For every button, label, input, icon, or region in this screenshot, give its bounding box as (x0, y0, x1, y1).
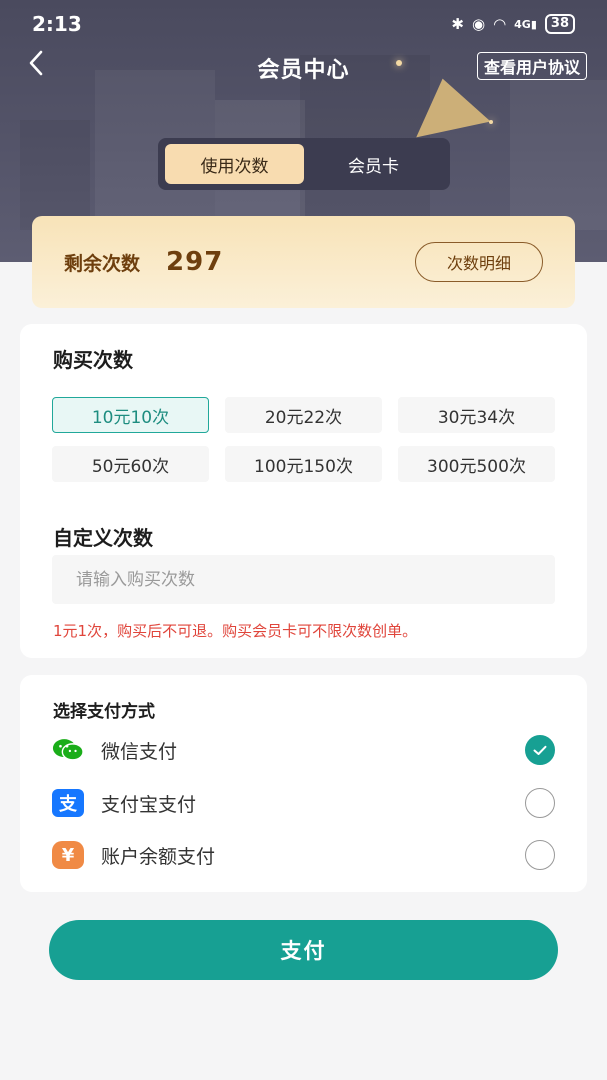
wifi-icon: ◠ (493, 15, 507, 33)
pay-button[interactable]: 支付 (49, 920, 558, 980)
purchase-heading: 购买次数 (53, 348, 133, 372)
payment-option-balance[interactable]: ¥ 账户余额支付 (20, 833, 587, 877)
battery-icon: 38 (544, 14, 575, 34)
package-option[interactable]: 50元60次 (52, 446, 209, 482)
signal-icon: 4G▮ (514, 17, 537, 31)
payment-label: 微信支付 (101, 740, 178, 763)
tab-usage-count[interactable]: 使用次数 (165, 144, 304, 184)
radio-checked[interactable] (525, 735, 555, 765)
count-detail-button[interactable]: 次数明细 (415, 242, 543, 282)
tab-member-card[interactable]: 会员卡 (304, 144, 443, 184)
remaining-label: 剩余次数 (64, 252, 141, 275)
payment-heading: 选择支付方式 (53, 702, 155, 722)
payment-label: 账户余额支付 (101, 845, 216, 868)
bluetooth-icon: ✱ (451, 15, 464, 33)
custom-count-input[interactable] (52, 555, 555, 604)
remaining-count-card: 剩余次数 297 次数明细 (32, 216, 575, 308)
purchase-card: 购买次数 10元10次 20元22次 30元34次 50元60次 100元150… (20, 324, 587, 658)
radio-unchecked[interactable] (525, 788, 555, 818)
alarm-icon: ◉ (471, 15, 486, 33)
remaining-count: 297 (166, 247, 224, 277)
package-option[interactable]: 300元500次 (398, 446, 555, 482)
package-option[interactable]: 20元22次 (225, 397, 382, 433)
package-option[interactable]: 30元34次 (398, 397, 555, 433)
wallet-icon: ¥ (52, 841, 84, 869)
alipay-icon: 支 (52, 789, 84, 817)
status-time: 2:13 (32, 12, 82, 36)
payment-option-alipay[interactable]: 支 支付宝支付 (20, 781, 587, 825)
radio-unchecked[interactable] (525, 840, 555, 870)
nav-bar: 会员中心 查看用户协议 (0, 44, 607, 90)
payment-option-wechat[interactable]: 微信支付 (20, 728, 587, 772)
purchase-notice: 1元1次，购买后不可退。购买会员卡可不限次数创单。 (53, 622, 418, 640)
user-agreement-button[interactable]: 查看用户协议 (476, 52, 587, 80)
package-option[interactable]: 100元150次 (225, 446, 382, 482)
mode-tabs: 使用次数 会员卡 (158, 138, 450, 190)
status-bar: 2:13 ✱ ◉ ◠ 4G▮ 38 (0, 0, 607, 48)
payment-label: 支付宝支付 (101, 793, 197, 816)
payment-method-card: 选择支付方式 微信支付 支 支付宝支付 ¥ 账户余额支付 (20, 675, 587, 892)
wechat-pay-icon (52, 736, 84, 764)
custom-count-heading: 自定义次数 (53, 526, 153, 550)
package-option[interactable]: 10元10次 (52, 397, 209, 433)
check-icon (533, 745, 547, 755)
